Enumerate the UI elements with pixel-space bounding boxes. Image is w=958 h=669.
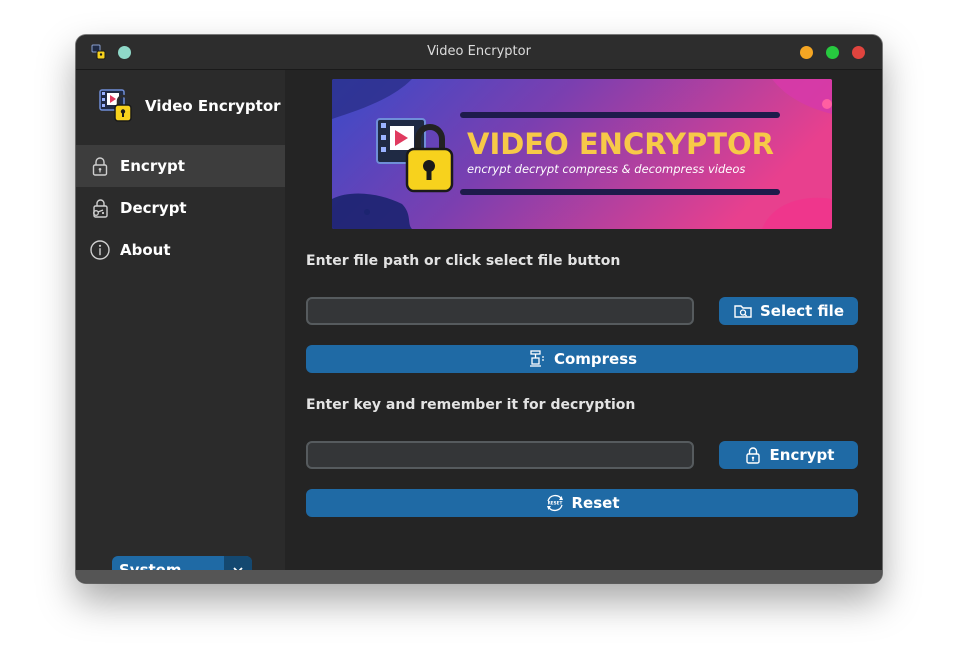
encrypt-label: Encrypt (769, 446, 835, 464)
sidebar-item-about[interactable]: About (76, 229, 285, 271)
title-bar: Video Encryptor (76, 35, 882, 70)
compress-icon (529, 350, 544, 367)
app-logo-icon (99, 89, 132, 122)
window-title: Video Encryptor (427, 44, 531, 59)
reset-label: Reset (571, 494, 620, 512)
lock-icon (92, 157, 108, 176)
reset-icon-text: RESET (547, 501, 562, 506)
minimize-button[interactable] (800, 46, 813, 59)
key-input[interactable] (306, 441, 694, 469)
sidebar: Video Encryptor Encrypt Decrypt About (76, 70, 285, 583)
compress-label: Compress (553, 350, 638, 368)
key-prompt: Enter key and remember it for decryption (306, 397, 636, 413)
select-file-button[interactable]: Select file (719, 297, 858, 325)
banner-title: VIDEO ENCRYPTOR (467, 127, 774, 161)
bottom-bar (76, 570, 882, 583)
main-panel: VIDEO ENCRYPTOR encrypt decrypt compress… (285, 70, 882, 570)
banner-image: VIDEO ENCRYPTOR encrypt decrypt compress… (332, 79, 832, 229)
lock-icon (745, 447, 760, 464)
sidebar-item-label: Decrypt (120, 199, 187, 217)
unlock-icon (93, 199, 108, 218)
sidebar-item-decrypt[interactable]: Decrypt (76, 187, 285, 229)
compress-button[interactable]: Compress (306, 345, 858, 373)
file-path-prompt: Enter file path or click select file but… (306, 253, 621, 269)
banner-subtitle: encrypt decrypt compress & decompress vi… (467, 162, 745, 176)
sidebar-item-encrypt[interactable]: Encrypt (76, 145, 285, 187)
sidebar-item-label: Encrypt (120, 157, 185, 175)
app-name: Video Encryptor (145, 97, 281, 115)
app-window: Video Encryptor Video Encryptor Encrypt … (76, 35, 882, 583)
maximize-button[interactable] (826, 46, 839, 59)
select-file-label: Select file (759, 302, 844, 320)
info-icon (90, 240, 110, 260)
folder-search-icon (734, 305, 752, 318)
reset-icon: RESET (546, 495, 563, 511)
reset-button[interactable]: RESET Reset (306, 489, 858, 517)
encrypt-button[interactable]: Encrypt (719, 441, 858, 469)
sidebar-item-label: About (120, 241, 171, 259)
close-button[interactable] (852, 46, 865, 59)
file-path-input[interactable] (306, 297, 694, 325)
